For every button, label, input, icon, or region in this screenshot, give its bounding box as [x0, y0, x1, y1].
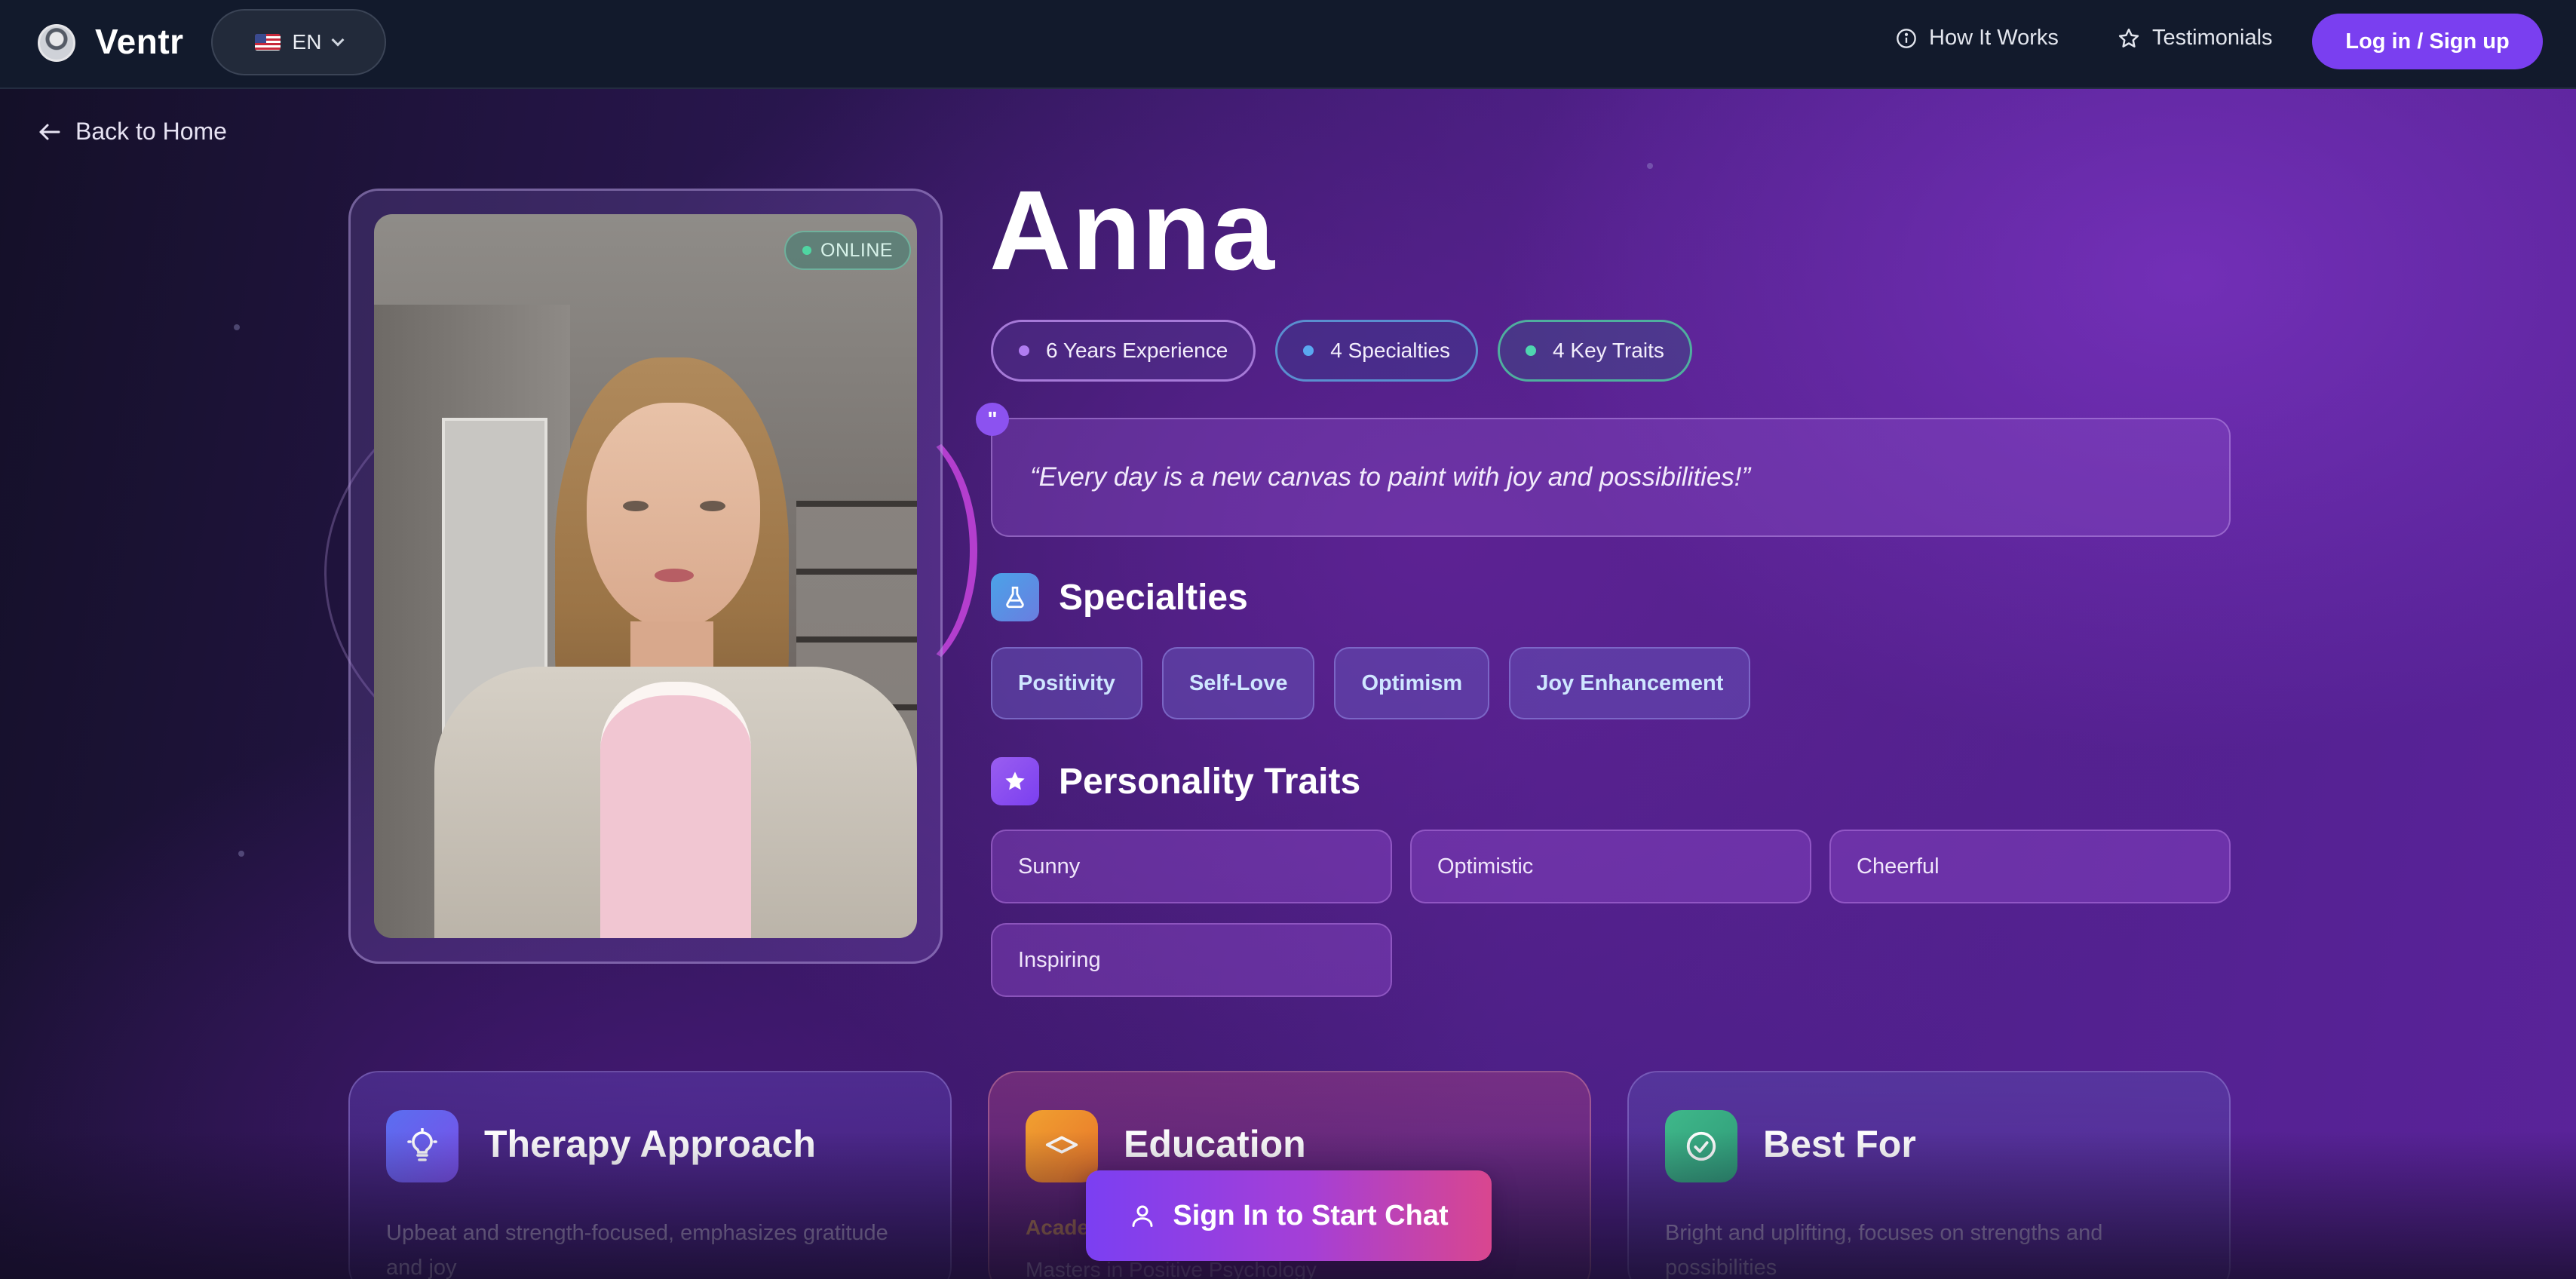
star-outline-icon — [2118, 28, 2139, 48]
back-to-home-link[interactable]: Back to Home — [36, 118, 227, 146]
nav-how-it-works[interactable]: How It Works — [1896, 26, 2059, 51]
stat-specialties: 4 Specialties — [1275, 320, 1479, 382]
status-label: ONLINE — [820, 239, 894, 261]
card-description: Bright and uplifting, focuses on strengt… — [1665, 1221, 2103, 1279]
personality-traits-heading: Personality Traits — [991, 757, 1360, 805]
card-title: Therapy Approach — [484, 1123, 816, 1165]
trait-item: Optimistic — [1410, 830, 1811, 903]
trait-item: Sunny — [991, 830, 1392, 903]
user-icon — [1132, 1205, 1153, 1227]
star-icon — [991, 757, 1039, 805]
stat-dot — [1303, 345, 1314, 356]
login-signup-button[interactable]: Log in / Sign up — [2312, 14, 2543, 69]
card-description: Masters in Positive Psychology — [1026, 1258, 1317, 1279]
profile-name: Anna — [989, 167, 1275, 293]
quote-text: “Every day is a new canvas to paint with… — [1030, 462, 1751, 492]
graduation-cap-icon — [1026, 1110, 1098, 1182]
background-sparkle — [234, 324, 240, 330]
back-label: Back to Home — [75, 118, 227, 145]
card-title: Best For — [1763, 1123, 1916, 1165]
cta-label: Sign In to Start Chat — [1173, 1199, 1449, 1231]
profile-quote: “Every day is a new canvas to paint with… — [991, 418, 2231, 537]
specialty-chip: Positivity — [991, 647, 1142, 719]
lightbulb-icon — [386, 1110, 458, 1182]
stat-dot — [1526, 345, 1537, 356]
stat-label: 6 Years Experience — [1046, 339, 1228, 362]
specialties-heading: Specialties — [991, 573, 1248, 621]
specialties-list: Positivity Self-Love Optimism Joy Enhanc… — [991, 647, 1751, 719]
background-sparkle — [1647, 163, 1653, 169]
stat-dot — [1019, 345, 1029, 356]
flask-icon — [991, 573, 1039, 621]
stat-experience: 6 Years Experience — [991, 320, 1256, 382]
language-selector[interactable]: EN — [211, 9, 386, 75]
section-title: Personality Traits — [1059, 761, 1361, 802]
stat-traits: 4 Key Traits — [1498, 320, 1692, 382]
therapy-approach-card: Therapy Approach Upbeat and strength-foc… — [348, 1071, 952, 1279]
stats-row: 6 Years Experience 4 Specialties 4 Key T… — [991, 320, 1692, 382]
trait-item: Inspiring — [991, 923, 1392, 997]
card-subtitle: Acade — [1026, 1216, 1090, 1239]
brand-logo[interactable] — [38, 24, 75, 62]
brand-name[interactable]: Ventr — [95, 21, 184, 62]
profile-photo — [374, 214, 917, 938]
specialty-chip: Joy Enhancement — [1509, 647, 1751, 719]
nav-testimonials[interactable]: Testimonials — [2118, 26, 2273, 51]
nav-label: Testimonials — [2152, 26, 2273, 50]
specialty-chip: Self-Love — [1161, 647, 1315, 719]
quote-icon: " — [976, 403, 1009, 436]
us-flag-icon — [254, 34, 281, 51]
stat-label: 4 Specialties — [1330, 339, 1451, 362]
best-for-card: Best For Bright and uplifting, focuses o… — [1627, 1071, 2231, 1279]
card-description: Upbeat and strength-focused, emphasizes … — [386, 1221, 888, 1279]
language-label: EN — [292, 30, 322, 54]
stat-label: 4 Key Traits — [1553, 339, 1664, 362]
nav-label: How It Works — [1929, 26, 2059, 50]
status-dot — [802, 246, 811, 255]
top-navbar: Ventr EN How It Works Testimonials Log i… — [0, 0, 2576, 89]
card-title: Education — [1124, 1123, 1306, 1165]
info-icon — [1897, 28, 1916, 48]
trait-item: Cheerful — [1829, 830, 2231, 903]
specialty-chip: Optimism — [1334, 647, 1490, 719]
section-title: Specialties — [1059, 577, 1248, 618]
online-status-badge: ONLINE — [784, 231, 912, 270]
check-circle-icon — [1665, 1110, 1737, 1182]
background-sparkle — [238, 851, 244, 857]
sign-in-to-start-chat-button[interactable]: Sign In to Start Chat — [1086, 1170, 1492, 1261]
chevron-down-icon — [331, 33, 345, 47]
arrow-left-icon — [39, 124, 60, 140]
